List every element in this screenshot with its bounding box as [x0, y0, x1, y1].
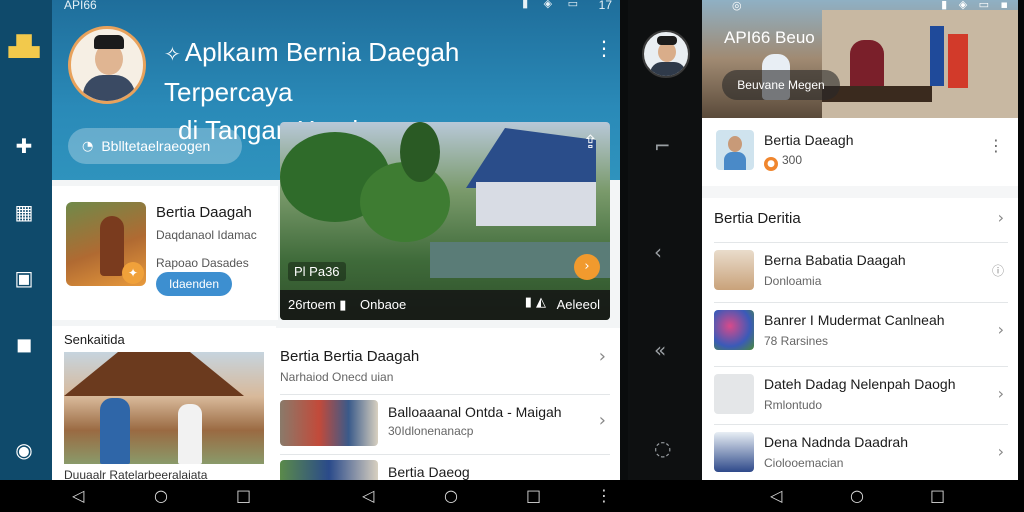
phone-main: ◎ ▮ ◈ ▭ ▪ API66 Beuo Beuvane Megen Berti…	[702, 0, 1018, 480]
list-item[interactable]: Dateh Dadag Nelenpah Daogh Rmlontudo ›	[702, 366, 1018, 426]
collapse-icon[interactable]: «	[654, 338, 666, 362]
hero-footer: 26rtoem ▮ Onbaoe ▮ ◭ Aeleeol	[280, 290, 610, 320]
info-icon[interactable]: ⓘ	[992, 262, 1004, 279]
back-icon[interactable]: ◁	[362, 486, 374, 505]
recents-icon[interactable]: □	[930, 486, 945, 505]
coin-icon: ●	[764, 157, 778, 171]
back-angle-icon[interactable]: ‹	[654, 240, 662, 264]
list-item[interactable]: Banrer I Mudermat Canlneah 78 Rarsines ›	[702, 302, 1018, 362]
list-item-thumbnail	[714, 432, 754, 472]
back-icon[interactable]: ◁	[770, 486, 782, 505]
list-item-thumbnail	[714, 310, 754, 350]
recents-icon[interactable]: □	[526, 486, 541, 505]
hero-label: Pl Pa36	[288, 262, 346, 281]
phone-news-section: Bertia Deritia › Berna Babatia Daagah Do…	[702, 198, 1018, 480]
home-icon[interactable]: ○	[850, 486, 864, 505]
share-icon[interactable]: ⇪	[583, 132, 598, 153]
list-item-thumbnail	[714, 374, 754, 414]
section-heading: Senkaitida	[64, 332, 125, 347]
id-card-icon[interactable]: ▣	[10, 264, 38, 292]
phone-avatar[interactable]	[642, 30, 690, 78]
banner-chip-button[interactable]: Beuvane Megen	[722, 70, 840, 100]
list-item-thumbnail	[714, 250, 754, 290]
list-item[interactable]: Dena Nadnda Daadrah Ciolooemacian ›	[702, 424, 1018, 480]
feature-button[interactable]: Idaenden	[156, 272, 232, 296]
puzzle-icon[interactable]: ✚	[10, 132, 38, 160]
list-item-thumbnail	[280, 400, 378, 446]
list-item-title[interactable]: Balloaaanal Ontda - Maigah	[388, 404, 562, 420]
bracket-icon[interactable]: ⌐	[654, 134, 671, 158]
device-divider	[620, 0, 628, 480]
feature-title: Bertia Daagah	[156, 204, 252, 221]
chevron-right-icon[interactable]: ›	[998, 442, 1004, 461]
recents-icon[interactable]: □	[236, 486, 251, 505]
profile-picture	[716, 130, 754, 170]
status-bar: API66 ▮ ◈ ▭ 17	[52, 0, 620, 14]
phone-side-rail: ⌐ ‹ « ◌	[628, 0, 702, 480]
section-title[interactable]: Bertia Deritia	[714, 210, 801, 227]
more-options-icon[interactable]: ⋮	[988, 136, 1004, 155]
tablet-screen: ▟▙ ✚ ▦ ▣ ◼ ◉ API66 ▮ ◈ ▭ 17 ✧ Aplkaım Ber…	[0, 0, 620, 480]
phone-status-icons: ▮ ◈ ▭ ▪	[941, 0, 1012, 11]
chevron-right-icon[interactable]: ›	[599, 346, 606, 367]
banner-title: API66 Beuo	[724, 28, 815, 47]
profile-name: Bertia Daeagh	[764, 132, 854, 148]
phone-banner[interactable]: ◎ ▮ ◈ ▭ ▪ API66 Beuo Beuvane Megen	[702, 0, 1018, 118]
next-arrow-icon[interactable]: ›	[574, 254, 600, 280]
list-header-title[interactable]: Bertia Bertia Daagah	[280, 348, 419, 365]
chevron-right-icon[interactable]: ›	[599, 410, 606, 431]
clock: 17	[598, 0, 612, 12]
feature-card[interactable]: ✦ Bertia Daagah Daqdanaol Idamac Rapoao …	[52, 186, 278, 320]
chevron-right-icon[interactable]: ›	[998, 208, 1004, 227]
status-icons: ▮ ◈ ▭	[522, 0, 584, 10]
calendar-icon[interactable]: ▦	[10, 198, 38, 226]
phone-status-icon: ◎	[732, 0, 742, 12]
list-item-title[interactable]: Bertia Daeog	[388, 464, 470, 480]
section-image	[64, 352, 264, 464]
list-item-subtitle: 30Idlonenanacp	[388, 424, 474, 438]
feature-thumbnail: ✦	[66, 202, 146, 286]
chevron-right-icon[interactable]: ›	[998, 384, 1004, 403]
more-options-icon[interactable]: ⋮	[594, 36, 614, 60]
screen-root: ▟▙ ✚ ▦ ▣ ◼ ◉ API66 ▮ ◈ ▭ 17 ✧ Aplkaım Ber…	[0, 0, 1024, 512]
chat-icon[interactable]: ◼	[10, 330, 38, 358]
feature-subtitle-2: Rapoao Dasades	[156, 256, 249, 270]
more-icon[interactable]: ⋮	[596, 486, 612, 505]
home-icon[interactable]: ○	[154, 486, 168, 505]
home-icon[interactable]: ○	[444, 486, 458, 505]
profile-card[interactable]: Bertia Daeagh ● 300 ⋮	[702, 118, 1018, 186]
chevron-right-icon[interactable]: ›	[998, 320, 1004, 339]
system-nav-bar: ◁ ○ □ ◁ ○ □ ⋮ ◁ ○ □	[0, 480, 1024, 512]
section-caption: Duuaalr Ratelarbeeralaiata	[64, 468, 208, 480]
nav-rail: ▟▙ ✚ ▦ ▣ ◼ ◉	[0, 0, 52, 480]
location-icon: ▮ ◭	[524, 295, 546, 310]
list-item[interactable]: Berna Babatia Daagah Donloamia ⓘ	[702, 242, 1018, 302]
section-card[interactable]: Senkaitida Duuaalr Ratelarbeeralaiata	[52, 326, 276, 480]
sparkle-icon: ✧	[164, 42, 181, 66]
list-item-thumbnail	[280, 460, 378, 480]
news-list: Bertia Bertia Daagah Narhaiod Onecd uian…	[268, 328, 620, 480]
app-icon[interactable]: ▟▙	[9, 32, 40, 60]
list-header-subtitle: Narhaiod Onecd uian	[280, 370, 394, 384]
search-pill-button[interactable]: ◔ Bblltetaelraeogen	[68, 128, 242, 164]
profile-avatar[interactable]	[68, 26, 146, 104]
profile-score: ● 300	[764, 153, 802, 171]
carrier-label: API66	[64, 0, 97, 12]
globe-icon: ◔	[82, 138, 94, 154]
tag-icon: ✦	[122, 262, 144, 284]
back-icon[interactable]: ◁	[72, 486, 84, 505]
power-icon[interactable]: ◌	[654, 436, 671, 460]
help-icon[interactable]: ◉	[10, 436, 38, 464]
feature-subtitle: Daqdanaol Idamac	[156, 228, 257, 242]
hero-image-card[interactable]: ⇪ Pl Pa36 › 26rtoem ▮ Onbaoe ▮ ◭ Aeleeol	[280, 122, 610, 320]
